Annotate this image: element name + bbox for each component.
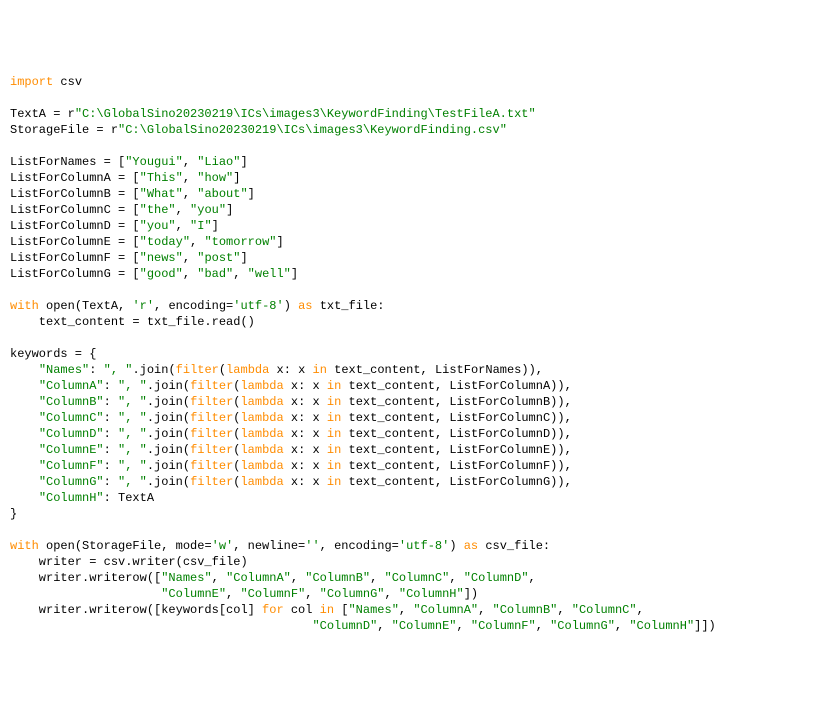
code-line: ListForColumnA = ["This", "how"] <box>10 171 240 185</box>
code-line: keywords = { <box>10 347 96 361</box>
code-block: import csv TextA = r"C:\GlobalSino202302… <box>10 74 832 634</box>
code-line: "ColumnC": ", ".join(filter(lambda x: x … <box>10 411 572 425</box>
code-line: with open(StorageFile, mode='w', newline… <box>10 539 550 553</box>
code-line: "ColumnA": ", ".join(filter(lambda x: x … <box>10 379 572 393</box>
code-line: "ColumnG": ", ".join(filter(lambda x: x … <box>10 475 572 489</box>
code-line: writer = csv.writer(csv_file) <box>10 555 248 569</box>
code-line: import csv <box>10 75 82 89</box>
keyword-as: as <box>298 299 312 313</box>
code-line: } <box>10 507 17 521</box>
code-line: "ColumnD", "ColumnE", "ColumnF", "Column… <box>10 619 716 633</box>
code-line: ListForColumnB = ["What", "about"] <box>10 187 255 201</box>
code-line: ListForColumnF = ["news", "post"] <box>10 251 248 265</box>
keyword-with: with <box>10 539 39 553</box>
keyword-filter: filter <box>176 363 219 377</box>
code-line: "ColumnF": ", ".join(filter(lambda x: x … <box>10 459 572 473</box>
code-line: "ColumnB": ", ".join(filter(lambda x: x … <box>10 395 572 409</box>
code-line: writer.writerow(["Names", "ColumnA", "Co… <box>10 571 536 585</box>
path-string: "C:\GlobalSino20230219\ICs\images3\Keywo… <box>75 107 536 121</box>
code-line: "ColumnE", "ColumnF", "ColumnG", "Column… <box>10 587 478 601</box>
keyword-as: as <box>464 539 478 553</box>
code-line: ListForColumnG = ["good", "bad", "well"] <box>10 267 298 281</box>
keyword-in: in <box>320 603 334 617</box>
keyword-with: with <box>10 299 39 313</box>
code-line: "Names": ", ".join(filter(lambda x: x in… <box>10 363 543 377</box>
keyword-for: for <box>262 603 284 617</box>
path-string: "C:\GlobalSino20230219\ICs\images3\Keywo… <box>118 123 507 137</box>
keyword-import: import <box>10 75 53 89</box>
code-line: "ColumnH": TextA <box>10 491 154 505</box>
keyword-in: in <box>313 363 327 377</box>
code-line: TextA = r"C:\GlobalSino20230219\ICs\imag… <box>10 107 536 121</box>
code-line: StorageFile = r"C:\GlobalSino20230219\IC… <box>10 123 507 137</box>
code-line: ListForColumnD = ["you", "I"] <box>10 219 219 233</box>
code-line: ListForColumnE = ["today", "tomorrow"] <box>10 235 284 249</box>
code-line: ListForColumnC = ["the", "you"] <box>10 203 233 217</box>
keyword-lambda: lambda <box>226 363 269 377</box>
code-line: with open(TextA, 'r', encoding='utf-8') … <box>10 299 385 313</box>
code-line: ListForNames = ["Yougui", "Liao"] <box>10 155 248 169</box>
code-line: "ColumnD": ", ".join(filter(lambda x: x … <box>10 427 572 441</box>
code-line: writer.writerow([keywords[col] for col i… <box>10 603 644 617</box>
code-line: "ColumnE": ", ".join(filter(lambda x: x … <box>10 443 572 457</box>
code-line: text_content = txt_file.read() <box>10 315 255 329</box>
